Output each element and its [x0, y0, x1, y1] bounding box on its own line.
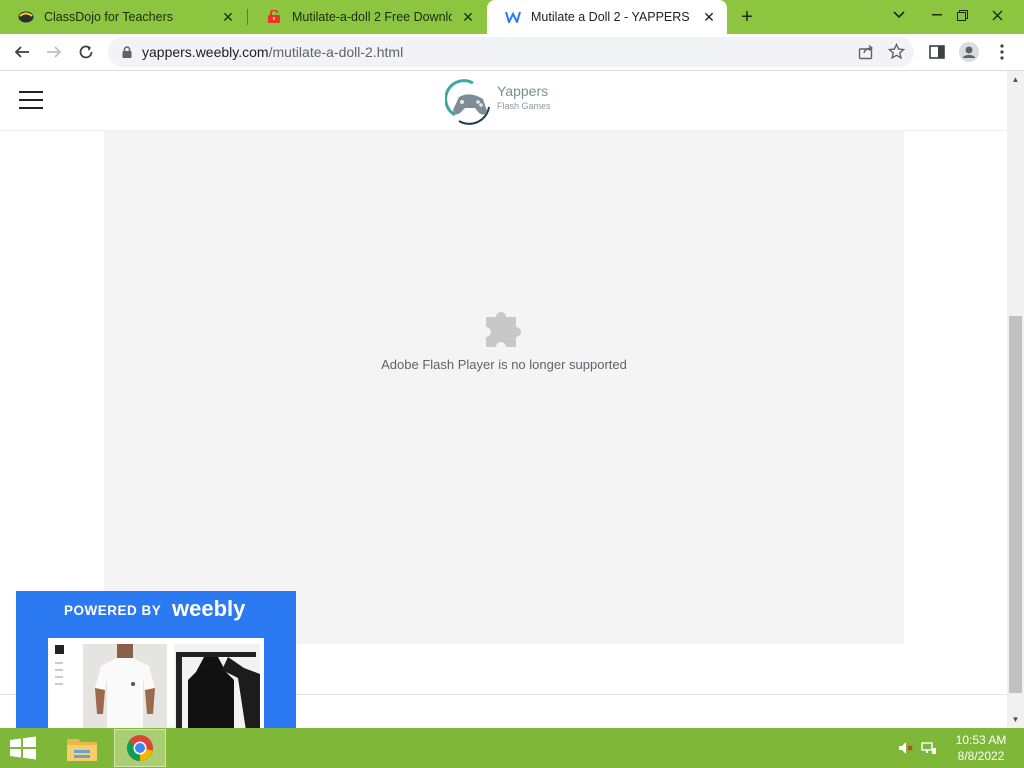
system-clock[interactable]: 10:53 AM 8/8/2022	[946, 732, 1016, 764]
share-icon[interactable]	[858, 44, 874, 63]
flash-unsupported-message: Adobe Flash Player is no longer supporte…	[381, 357, 627, 372]
menu-square-icon	[55, 645, 64, 654]
logo-name: Yappers	[497, 83, 549, 99]
tab-download[interactable]: Mutilate-a-doll 2 Free Download ✕	[248, 0, 486, 34]
close-icon[interactable]: ✕	[218, 7, 238, 27]
preview-line	[55, 662, 63, 664]
tab-search-icon[interactable]	[882, 0, 916, 30]
new-tab-button[interactable]: +	[735, 5, 759, 29]
tab-title: Mutilate-a-doll 2 Free Download	[292, 10, 452, 24]
preview-line	[55, 669, 63, 671]
side-panel-icon[interactable]	[923, 38, 951, 66]
windows-start-icon[interactable]	[8, 736, 38, 760]
weebly-favicon	[505, 9, 521, 25]
download-site-favicon	[266, 9, 282, 25]
browser-toolbar: yappers.weebly.com/mutilate-a-doll-2.htm…	[0, 34, 1024, 71]
close-icon[interactable]: ✕	[699, 7, 719, 27]
forward-arrow-icon[interactable]	[40, 38, 68, 66]
scrollbar-thumb[interactable]	[1009, 316, 1022, 693]
site-header: Yappers Flash Games	[0, 71, 1007, 131]
close-window-icon[interactable]	[980, 0, 1014, 30]
tab-yappers[interactable]: Mutilate a Doll 2 - YAPPERS FLAS ✕	[487, 0, 727, 34]
lock-icon[interactable]	[120, 45, 134, 59]
windows-taskbar: 10:53 AM 8/8/2022	[0, 728, 1024, 768]
tshirt-model-image	[83, 644, 167, 728]
clock-time: 10:53 AM	[955, 733, 1007, 747]
volume-muted-icon[interactable]	[898, 740, 914, 756]
preview-line	[55, 683, 63, 685]
menu-kebab-icon[interactable]	[988, 38, 1016, 66]
gamepad-logo-icon	[445, 79, 490, 125]
site-logo[interactable]: Yappers Flash Games	[445, 77, 565, 127]
clothing-rack-image	[174, 644, 260, 728]
page-scrollbar[interactable]: ▲ ▼	[1007, 71, 1024, 728]
back-arrow-icon[interactable]	[8, 38, 36, 66]
tab-strip: ClassDojo for Teachers ✕ Mutilate-a-doll…	[0, 0, 1024, 34]
scroll-up-arrow-icon[interactable]: ▲	[1007, 71, 1024, 88]
close-icon[interactable]: ✕	[458, 7, 478, 27]
powered-by-label: POWERED BY	[64, 603, 162, 618]
clock-date: 8/8/2022	[957, 749, 1005, 763]
scroll-down-arrow-icon[interactable]: ▼	[1007, 711, 1024, 728]
file-explorer-icon[interactable]	[56, 729, 108, 767]
puzzle-plugin-icon	[486, 312, 521, 347]
bookmark-star-icon[interactable]	[887, 42, 906, 63]
weebly-promo-badge[interactable]: POWERED BY weebly	[16, 591, 296, 728]
hamburger-menu-icon[interactable]	[19, 91, 43, 109]
url-domain: yappers.weebly.com	[142, 44, 269, 60]
network-icon[interactable]	[921, 740, 937, 756]
url-path: /mutilate-a-doll-2.html	[268, 44, 404, 60]
flash-embed-placeholder: Adobe Flash Player is no longer supporte…	[104, 131, 904, 644]
classdojo-favicon	[18, 9, 34, 25]
url-text: yappers.weebly.com/mutilate-a-doll-2.htm…	[142, 44, 403, 60]
reload-icon[interactable]	[72, 38, 100, 66]
profile-avatar-icon[interactable]	[955, 38, 983, 66]
restore-icon[interactable]	[945, 0, 979, 30]
address-bar[interactable]: yappers.weebly.com/mutilate-a-doll-2.htm…	[108, 37, 914, 67]
tab-classdojo[interactable]: ClassDojo for Teachers ✕	[0, 0, 246, 34]
chrome-taskbar-icon[interactable]	[114, 729, 166, 767]
weebly-brand-logo: weebly	[172, 596, 246, 621]
tab-title: Mutilate a Doll 2 - YAPPERS FLAS	[531, 10, 693, 24]
logo-subtitle: Flash Games	[497, 101, 551, 111]
preview-line	[55, 676, 63, 678]
tab-title: ClassDojo for Teachers	[44, 10, 173, 24]
store-preview-image	[48, 638, 264, 728]
